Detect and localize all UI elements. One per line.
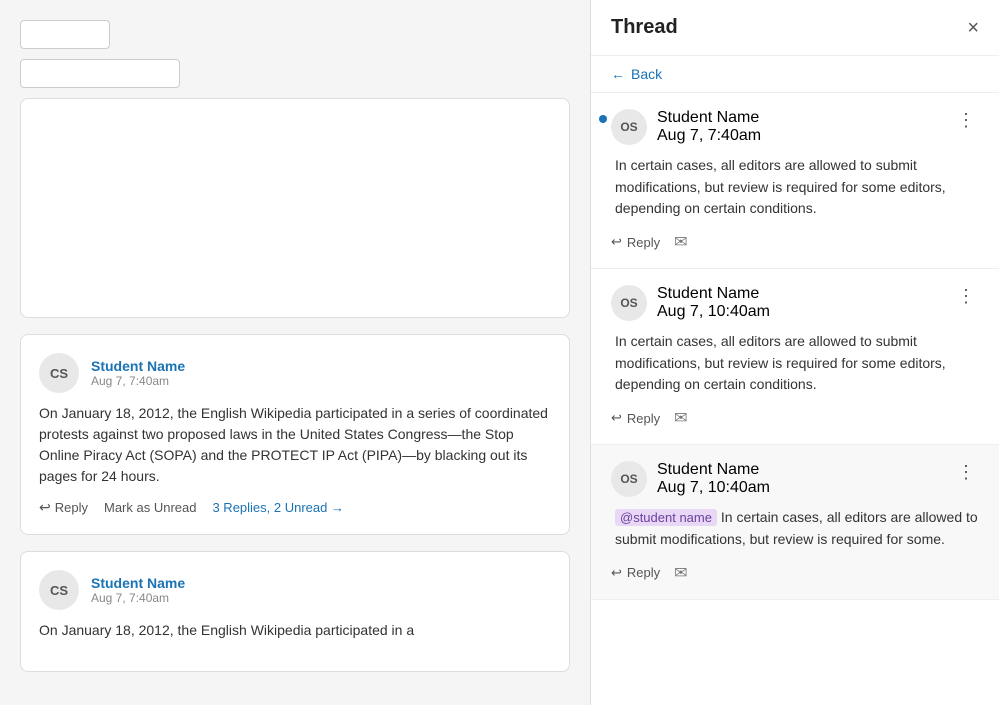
thread-header: Thread × (591, 0, 999, 56)
comment-author-2: Student Name (91, 575, 185, 591)
thread-meta-1: Student Name Aug 7, 7:40am (657, 109, 761, 145)
mail-icon-2[interactable]: ✉ (674, 408, 687, 428)
mention-tag: @student name (615, 509, 717, 526)
thread-comment-header-3: OS Student Name Aug 7, 10:40am ⋮ (611, 461, 979, 497)
comment-header-2: CS Student Name Aug 7, 7:40am (39, 570, 551, 610)
comment-time-2: Aug 7, 7:40am (91, 591, 185, 605)
comment-card-2: CS Student Name Aug 7, 7:40am On January… (20, 551, 570, 672)
thread-comment-body-2: In certain cases, all editors are allowe… (611, 331, 979, 396)
thread-avatar-3: OS (611, 461, 647, 497)
thread-meta-3: Student Name Aug 7, 10:40am (657, 461, 770, 497)
thread-comment-body-3: @student name In certain cases, all edit… (611, 507, 979, 550)
thread-comment-header-1: OS Student Name Aug 7, 7:40am ⋮ (611, 109, 979, 145)
message-menu-button-3[interactable]: ⋮ (953, 461, 979, 483)
comment-card: CS Student Name Aug 7, 7:40am On January… (20, 334, 570, 535)
thread-comment-left-1: OS Student Name Aug 7, 7:40am (611, 109, 761, 145)
left-panel: CS Student Name Aug 7, 7:40am On January… (0, 0, 590, 705)
thread-time-1: Aug 7, 7:40am (657, 127, 761, 145)
thread-actions-3: ↩ Reply ✉ (611, 563, 979, 583)
thread-reply-button-3[interactable]: ↩ Reply (611, 565, 660, 581)
reply-button[interactable]: ↩ Reply (39, 499, 88, 516)
comment-actions: ↩ Reply Mark as Unread 3 Replies, 2 Unre… (39, 499, 551, 516)
thread-comment-1: OS Student Name Aug 7, 7:40am ⋮ In certa… (591, 93, 999, 269)
avatar: CS (39, 353, 79, 393)
mail-icon-3[interactable]: ✉ (674, 563, 687, 583)
thread-reply-icon-3: ↩ (611, 565, 622, 581)
comment-author: Student Name (91, 358, 185, 374)
thread-actions-2: ↩ Reply ✉ (611, 408, 979, 428)
reply-icon: ↩ (39, 499, 51, 516)
thread-reply-label-1: Reply (627, 235, 660, 250)
thread-actions-1: ↩ Reply ✉ (611, 232, 979, 252)
thread-comment-3: OS Student Name Aug 7, 10:40am ⋮ @studen… (591, 445, 999, 599)
thread-time-2: Aug 7, 10:40am (657, 303, 770, 321)
thread-body: OS Student Name Aug 7, 7:40am ⋮ In certa… (591, 93, 999, 705)
comment-body: On January 18, 2012, the English Wikiped… (39, 403, 551, 487)
thread-author-2: Student Name (657, 285, 770, 303)
thread-panel: Thread × ← Back OS Student Name Aug 7, 7… (590, 0, 999, 705)
thread-comment-header-2: OS Student Name Aug 7, 10:40am ⋮ (611, 285, 979, 321)
thread-title: Thread (611, 16, 678, 39)
comment-meta: Student Name Aug 7, 7:40am (91, 358, 185, 388)
thread-meta-2: Student Name Aug 7, 10:40am (657, 285, 770, 321)
avatar-2: CS (39, 570, 79, 610)
back-label: Back (631, 66, 662, 82)
comment-meta-2: Student Name Aug 7, 7:40am (91, 575, 185, 605)
back-arrow-icon: ← (611, 66, 625, 82)
back-button[interactable]: ← Back (591, 56, 999, 93)
mark-unread-button[interactable]: Mark as Unread (104, 500, 196, 515)
filter-input-1[interactable] (20, 20, 110, 49)
replies-link[interactable]: 3 Replies, 2 Unread → (212, 500, 344, 515)
arrow-right-icon: → (331, 500, 344, 515)
comment-time: Aug 7, 7:40am (91, 374, 185, 388)
thread-avatar-1: OS (611, 109, 647, 145)
thread-comment-left-2: OS Student Name Aug 7, 10:40am (611, 285, 770, 321)
filter-input-2[interactable] (20, 59, 180, 88)
empty-card (20, 98, 570, 318)
thread-reply-icon-1: ↩ (611, 234, 622, 250)
thread-comment-left-3: OS Student Name Aug 7, 10:40am (611, 461, 770, 497)
message-menu-button-2[interactable]: ⋮ (953, 285, 979, 307)
comment-body-2: On January 18, 2012, the English Wikiped… (39, 620, 551, 641)
thread-reply-label-2: Reply (627, 411, 660, 426)
mail-icon-1[interactable]: ✉ (674, 232, 687, 252)
thread-avatar-2: OS (611, 285, 647, 321)
thread-author-3: Student Name (657, 461, 770, 479)
close-button[interactable]: × (967, 18, 979, 38)
reply-label: Reply (55, 500, 88, 515)
mark-unread-label: Mark as Unread (104, 500, 196, 515)
thread-reply-icon-2: ↩ (611, 410, 622, 426)
thread-author-1: Student Name (657, 109, 761, 127)
thread-comment-2: OS Student Name Aug 7, 10:40am ⋮ In cert… (591, 269, 999, 445)
thread-reply-button-2[interactable]: ↩ Reply (611, 410, 660, 426)
thread-reply-button-1[interactable]: ↩ Reply (611, 234, 660, 250)
thread-time-3: Aug 7, 10:40am (657, 479, 770, 497)
message-menu-button-1[interactable]: ⋮ (953, 109, 979, 131)
thread-comment-body-1: In certain cases, all editors are allowe… (611, 155, 979, 220)
comment-header: CS Student Name Aug 7, 7:40am (39, 353, 551, 393)
thread-reply-label-3: Reply (627, 565, 660, 580)
